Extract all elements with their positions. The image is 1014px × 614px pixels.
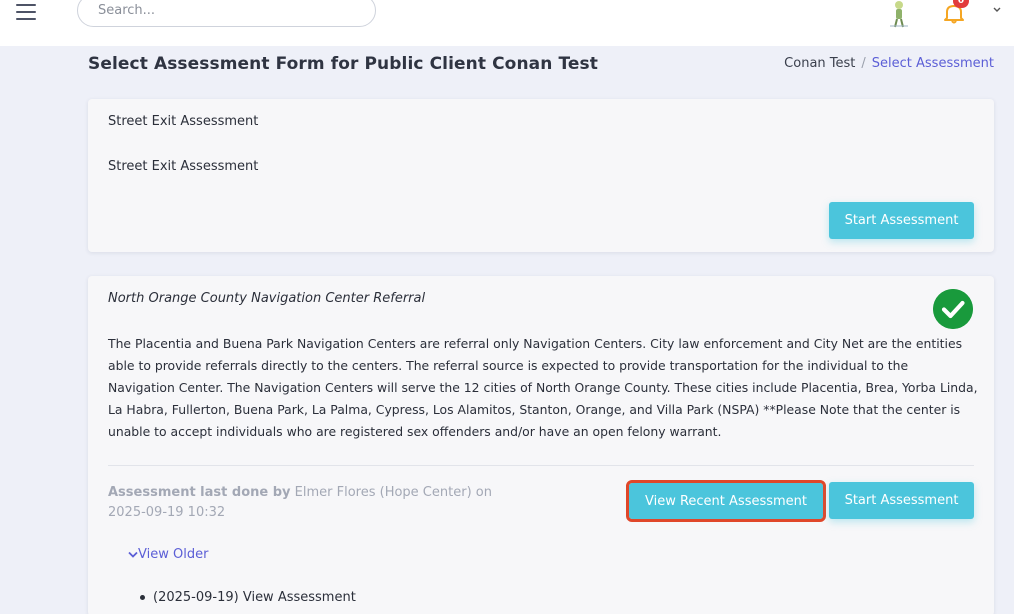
bullet (140, 595, 145, 600)
chevron-down-icon[interactable] (992, 5, 1002, 15)
view-recent-assessment-button[interactable]: View Recent Assessment (626, 480, 826, 522)
assessment-card-street-exit: Street Exit Assessment Street Exit Asses… (88, 99, 994, 252)
last-done-label: Assessment last done by (108, 485, 291, 500)
top-navbar: 0 (0, 0, 1014, 46)
divider (108, 465, 974, 466)
breadcrumb-separator: / (861, 56, 866, 71)
view-older-label: View Older (138, 547, 209, 562)
view-older-toggle[interactable]: View Older (128, 547, 208, 562)
breadcrumb-item-client[interactable]: Conan Test (784, 56, 855, 71)
user-avatar-icon[interactable] (888, 0, 910, 28)
last-assessment-info: Assessment last done by Elmer Flores (Ho… (108, 483, 528, 523)
assessment-card-navigation-center: North Orange County Navigation Center Re… (88, 276, 994, 614)
menu-icon[interactable] (16, 4, 36, 20)
last-done-by: Elmer Flores (Hope Center) (294, 485, 472, 500)
card-title: North Orange County Navigation Center Re… (108, 291, 426, 306)
breadcrumb-item-current: Select Assessment (871, 56, 994, 71)
last-done-date: 2025-09-19 10:32 (108, 505, 226, 520)
view-assessment-link[interactable]: View Assessment (243, 590, 356, 605)
card-title: Street Exit Assessment (108, 114, 259, 129)
card-subtitle: Street Exit Assessment (108, 159, 259, 174)
page-title: Select Assessment Form for Public Client… (88, 54, 598, 74)
older-item-date: (2025-09-19) (153, 590, 239, 605)
start-assessment-button[interactable]: Start Assessment (829, 202, 974, 239)
list-item: (2025-09-19) View Assessment (140, 590, 356, 605)
last-done-on: on (475, 485, 492, 500)
notification-badge: 0 (953, 0, 969, 8)
search-input[interactable] (77, 0, 376, 27)
chevron-down-icon (128, 551, 138, 558)
start-assessment-button[interactable]: Start Assessment (829, 482, 974, 519)
card-description: The Placentia and Buena Park Navigation … (108, 336, 978, 439)
check-circle-icon (933, 289, 973, 329)
breadcrumb: Conan Test / Select Assessment (784, 56, 994, 71)
